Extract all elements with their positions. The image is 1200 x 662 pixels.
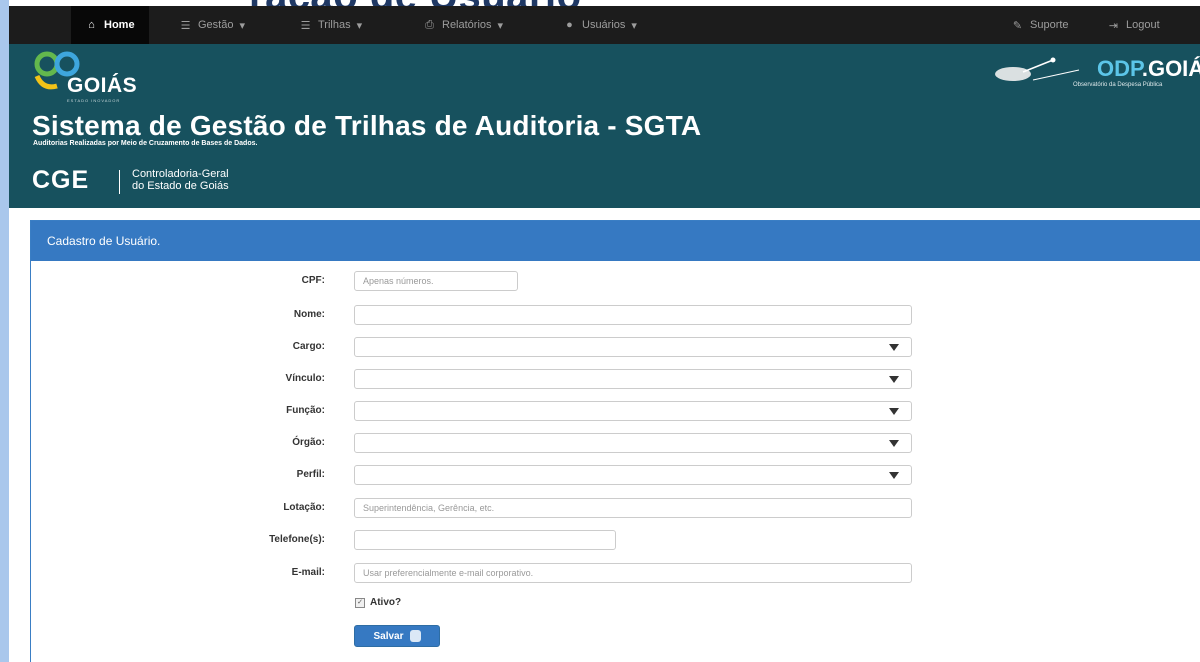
home-icon: ⌂ [88, 19, 95, 31]
list-icon: ☰ [300, 19, 311, 32]
logout-icon: ⇥ [1108, 19, 1119, 32]
nav-relatorios[interactable]: ⎙ Relatórios ▾ [423, 6, 503, 44]
vinculo-select[interactable] [354, 369, 912, 389]
site-header: GOIÁS ESTADO INOVADOR ODP.GOIÁS Observat… [9, 44, 1200, 208]
database-icon [409, 630, 421, 642]
browser-frame: ração de Usuário ⌂ Home ☰ Gestão ▾ ☰ Tri… [9, 0, 1200, 662]
row-nome: Nome: [31, 305, 1200, 327]
nav-relatorios-label: Relatórios [442, 19, 492, 31]
ativo-label: Ativo? [370, 597, 402, 608]
row-vinculo: Vínculo: [31, 369, 1200, 391]
caret-down-icon [889, 408, 899, 415]
caret-down-icon [889, 376, 899, 383]
caret-down-icon [889, 472, 899, 479]
caret-down-icon [889, 440, 899, 447]
nav-gestao-label: Gestão [198, 19, 234, 31]
org-acronym: CGE [32, 166, 90, 194]
nav-home-label: Home [104, 19, 135, 31]
nome-label: Nome: [293, 309, 325, 320]
ativo-checkbox[interactable]: ✓ [355, 597, 365, 608]
lotacao-label: Lotação: [283, 502, 325, 513]
chevron-down-icon: ▾ [239, 19, 245, 32]
nav-logout-label: Logout [1126, 19, 1160, 31]
state-name: GOIÁS [67, 74, 138, 97]
row-telefone: Telefone(s): [31, 530, 1200, 552]
cargo-label: Cargo: [292, 341, 325, 352]
nome-input[interactable] [354, 305, 912, 325]
row-orgao: Órgão: [31, 433, 1200, 455]
save-button-label: Salvar [373, 630, 404, 642]
telefone-label: Telefone(s): [269, 534, 325, 545]
row-perfil: Perfil: [31, 465, 1200, 487]
nav-logout[interactable]: ⇥ Logout [1107, 6, 1160, 44]
odp-subtitle: Observatório da Despesa Pública [1073, 82, 1163, 88]
perfil-label: Perfil: [296, 469, 325, 480]
row-cpf: CPF: Apenas números. [31, 271, 1200, 293]
cpf-label: CPF: [301, 275, 325, 286]
orgao-select[interactable] [354, 433, 912, 453]
save-button[interactable]: Salvar [354, 625, 440, 647]
funcao-label: Função: [286, 405, 325, 416]
row-funcao: Função: [31, 401, 1200, 423]
chevron-down-icon: ▾ [631, 19, 637, 32]
user-icon: ● [566, 19, 573, 31]
nav-trilhas[interactable]: ☰ Trilhas ▾ [299, 6, 363, 44]
wrench-icon: ✎ [1012, 19, 1023, 32]
odp-brand: ODP.GOIÁS [1097, 56, 1200, 82]
system-title: Sistema de Gestão de Trilhas de Auditori… [32, 110, 702, 141]
nav-usuarios-label: Usuários [582, 19, 626, 31]
cargo-select[interactable] [354, 337, 912, 357]
list-icon: ☰ [180, 19, 191, 32]
telefone-input[interactable] [354, 530, 616, 550]
caret-down-icon [889, 344, 899, 351]
ativo-checkbox-row[interactable]: ✓ Ativo? [355, 597, 401, 608]
email-input[interactable]: Usar preferencialmente e-mail corporativ… [354, 563, 912, 583]
nav-gestao[interactable]: ☰ Gestão ▾ [179, 6, 245, 44]
chevron-down-icon: ▾ [356, 19, 363, 32]
odp-brand-state: .GOIÁS [1141, 56, 1200, 81]
org-name: Controladoria-Geral do Estado de Goiás [132, 168, 229, 192]
row-lotacao: Lotação: Superintendência, Gerência, etc… [31, 498, 1200, 520]
chevron-down-icon: ▾ [497, 19, 504, 32]
row-email: E-mail: Usar preferencialmente e-mail co… [31, 563, 1200, 585]
funcao-select[interactable] [354, 401, 912, 421]
vinculo-label: Vínculo: [285, 373, 325, 384]
print-icon: ⎙ [425, 18, 434, 31]
nav-trilhas-label: Trilhas [318, 19, 351, 31]
panel-title: Cadastro de Usuário. [31, 221, 1200, 261]
system-subtitle: Auditorias Realizadas por Meio de Cruzam… [33, 140, 258, 147]
user-registration-panel: Cadastro de Usuário. CPF: Apenas números… [30, 220, 1200, 662]
divider [119, 170, 120, 194]
lotacao-input[interactable]: Superintendência, Gerência, etc. [354, 498, 912, 518]
row-cargo: Cargo: [31, 337, 1200, 359]
nav-suporte-label: Suporte [1030, 19, 1069, 31]
odp-logo-icon [995, 57, 1080, 81]
nav-home[interactable]: ⌂ Home [71, 6, 149, 44]
perfil-select[interactable] [354, 465, 912, 485]
orgao-label: Órgão: [292, 437, 325, 448]
nav-usuarios[interactable]: ● Usuários ▾ [563, 6, 637, 44]
nav-suporte[interactable]: ✎ Suporte [1011, 6, 1069, 44]
odp-brand-acronym: ODP [1097, 56, 1142, 81]
top-navbar: ⌂ Home ☰ Gestão ▾ ☰ Trilhas ▾ ⎙ Relatóri… [9, 6, 1200, 44]
cpf-input[interactable]: Apenas números. [354, 271, 518, 291]
email-label: E-mail: [291, 567, 325, 578]
state-tagline: ESTADO INOVADOR [67, 98, 121, 103]
